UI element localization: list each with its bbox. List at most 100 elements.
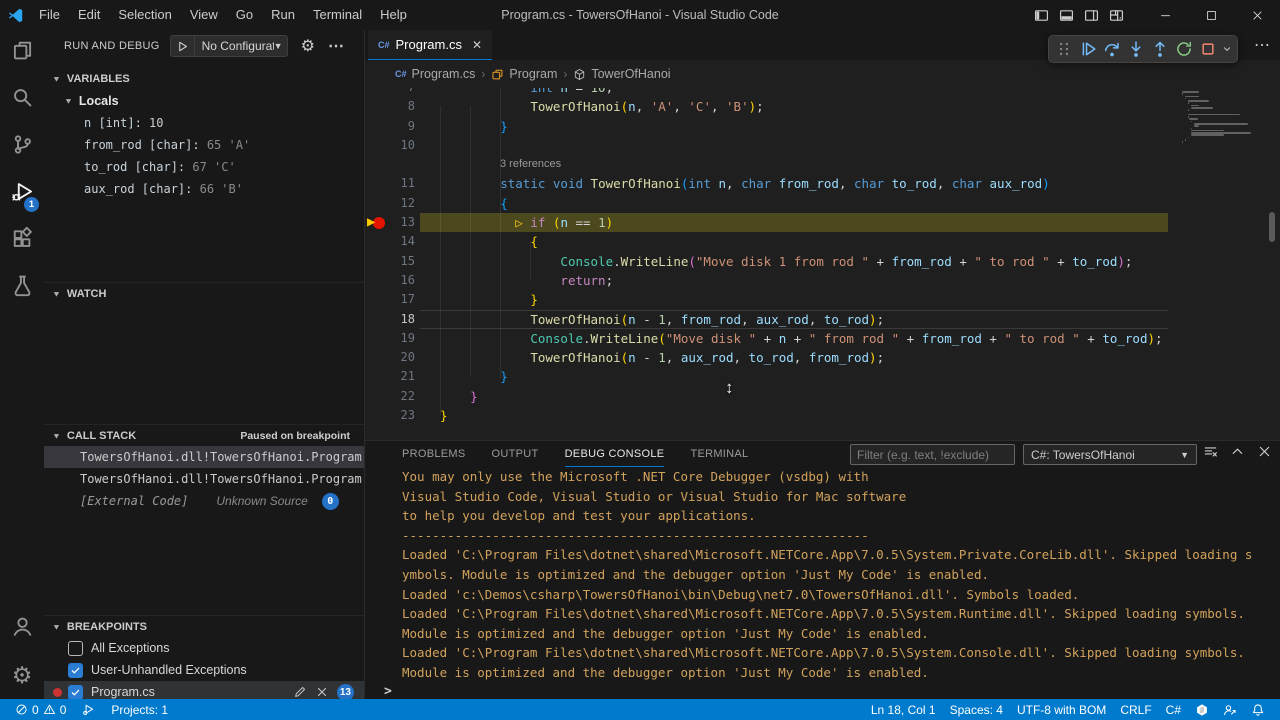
close-panel-icon[interactable] bbox=[1257, 444, 1272, 464]
line-number[interactable]: 9 bbox=[365, 117, 415, 136]
stop-icon[interactable] bbox=[1196, 37, 1220, 61]
activity-item-source-control[interactable] bbox=[0, 124, 44, 170]
close-small-icon[interactable] bbox=[315, 685, 329, 699]
activity-item-run-and-debug[interactable]: 1 bbox=[0, 171, 44, 217]
line-number[interactable]: 19 bbox=[365, 329, 415, 348]
call-stack-frame[interactable]: TowersOfHanoi.dll!TowersOfHanoi.Program.… bbox=[44, 446, 364, 468]
toggle-secondary-sidebar-icon[interactable] bbox=[1084, 8, 1099, 23]
code-line-15[interactable]: 15 Console.WriteLine("Move disk 1 from r… bbox=[365, 252, 1280, 271]
breakpoints-section-header[interactable]: ▼ BREAKPOINTS bbox=[44, 615, 364, 637]
breakpoint-checkbox[interactable] bbox=[68, 641, 83, 656]
line-number[interactable]: 16 bbox=[365, 271, 415, 290]
toggle-panel-icon[interactable] bbox=[1059, 8, 1074, 23]
scrollbar-thumb[interactable] bbox=[1269, 212, 1275, 242]
clear-console-icon[interactable] bbox=[1203, 444, 1218, 464]
status-debug-launch[interactable] bbox=[75, 699, 102, 720]
status-indentation[interactable]: Spaces: 4 bbox=[943, 699, 1010, 720]
activity-item-explorer[interactable] bbox=[0, 30, 44, 76]
code-line-23[interactable]: 23} bbox=[365, 406, 1280, 425]
call-stack-frame[interactable]: TowersOfHanoi.dll!TowersOfHanoi.Program.… bbox=[44, 468, 364, 490]
continue-icon[interactable] bbox=[1076, 37, 1100, 61]
status-notifications[interactable] bbox=[1244, 699, 1272, 720]
code-line-13[interactable]: ▶13 ▷if (n == 1) bbox=[365, 213, 1280, 232]
line-number[interactable]: 17 bbox=[365, 290, 415, 309]
call-stack-section-header[interactable]: ▼ CALL STACK Paused on breakpoint bbox=[44, 424, 364, 446]
breadcrumb-item[interactable]: Program bbox=[491, 67, 557, 81]
variable-row[interactable]: aux_rod [char]: 66 'B' bbox=[44, 178, 364, 200]
menu-view[interactable]: View bbox=[181, 4, 227, 26]
code-editor[interactable]: 7 int n = 10;8 TowerOfHanoi(n, 'A', 'C',… bbox=[365, 88, 1280, 440]
line-number[interactable]: 12 bbox=[365, 194, 415, 213]
code-line-22[interactable]: 22 } bbox=[365, 387, 1280, 406]
watch-section-header[interactable]: ▼ WATCH bbox=[44, 282, 364, 304]
step-into-icon[interactable] bbox=[1124, 37, 1148, 61]
activity-item-settings[interactable]: ⚙ bbox=[0, 652, 44, 698]
status-language-mode[interactable]: C# bbox=[1159, 699, 1188, 720]
code-line-16[interactable]: 16 return; bbox=[365, 271, 1280, 290]
line-number[interactable]: 23 bbox=[365, 406, 415, 425]
breakpoint-paused-icon[interactable]: ▶ bbox=[365, 213, 397, 232]
code-line-17[interactable]: 17 } bbox=[365, 290, 1280, 309]
menu-terminal[interactable]: Terminal bbox=[304, 4, 371, 26]
activity-item-search[interactable] bbox=[0, 77, 44, 123]
panel-tab-terminal[interactable]: TERMINAL bbox=[690, 441, 748, 467]
menu-edit[interactable]: Edit bbox=[69, 4, 109, 26]
line-number[interactable]: 14 bbox=[365, 232, 415, 251]
code-line-20[interactable]: 20 TowerOfHanoi(n - 1, aux_rod, to_rod, … bbox=[365, 348, 1280, 367]
tab-close-icon[interactable]: ✕ bbox=[472, 38, 482, 52]
variable-row[interactable]: n [int]: 10 bbox=[44, 112, 364, 134]
code-line-7[interactable]: 7 int n = 10; bbox=[365, 88, 1280, 97]
edit-icon[interactable] bbox=[293, 685, 307, 699]
status-projects[interactable]: Projects: 1 bbox=[104, 699, 175, 720]
console-prompt[interactable]: > bbox=[384, 684, 392, 699]
line-number[interactable]: 22 bbox=[365, 387, 415, 406]
breakpoint-checkbox[interactable] bbox=[68, 663, 83, 678]
code-line-9[interactable]: 9 } bbox=[365, 117, 1280, 136]
maximize-panel-icon[interactable] bbox=[1230, 444, 1245, 464]
activity-item-accounts[interactable] bbox=[0, 606, 44, 652]
code-line-10[interactable]: 10 bbox=[365, 136, 1280, 155]
menu-selection[interactable]: Selection bbox=[109, 4, 180, 26]
breakpoint-checkbox[interactable] bbox=[68, 685, 83, 700]
code-line-12[interactable]: 12 { bbox=[365, 194, 1280, 213]
close-button[interactable] bbox=[1234, 0, 1280, 30]
breadcrumb-item[interactable]: C#Program.cs bbox=[395, 67, 475, 81]
start-debug-button[interactable] bbox=[171, 36, 195, 56]
status-csdevkit[interactable]: # bbox=[1188, 699, 1216, 720]
call-stack-frame[interactable]: [External Code]Unknown Source0 bbox=[44, 490, 364, 512]
menu-run[interactable]: Run bbox=[262, 4, 304, 26]
menu-file[interactable]: File bbox=[30, 4, 69, 26]
status-encoding[interactable]: UTF-8 with BOM bbox=[1010, 699, 1113, 720]
panel-tab-debug-console[interactable]: DEBUG CONSOLE bbox=[565, 441, 665, 467]
variables-scope-locals[interactable]: ▼ Locals bbox=[44, 90, 364, 112]
variable-row[interactable]: to_rod [char]: 67 'C' bbox=[44, 156, 364, 178]
line-number[interactable]: 10 bbox=[365, 136, 415, 155]
code-line-14[interactable]: 14 { bbox=[365, 232, 1280, 251]
code-line-18[interactable]: 18 TowerOfHanoi(n - 1, from_rod, aux_rod… bbox=[365, 310, 1280, 329]
debug-settings-gear-icon[interactable]: ⚙ bbox=[301, 36, 315, 56]
debug-session-dropdown[interactable]: C#: TowersOfHanoi ▼ bbox=[1023, 444, 1197, 465]
code-line-11[interactable]: 11 static void TowerOfHanoi(int n, char … bbox=[365, 174, 1280, 193]
activity-item-testing[interactable] bbox=[0, 265, 44, 311]
step-out-icon[interactable] bbox=[1148, 37, 1172, 61]
minimap[interactable] bbox=[1172, 88, 1280, 440]
console-filter-input[interactable] bbox=[850, 444, 1015, 465]
breakpoint-row[interactable]: User-Unhandled Exceptions bbox=[44, 659, 364, 681]
config-dropdown[interactable]: No Configuration▼ bbox=[195, 39, 287, 53]
status-feedback[interactable] bbox=[1216, 699, 1244, 720]
chevron-down-icon[interactable] bbox=[1220, 37, 1234, 61]
line-number[interactable]: 20 bbox=[365, 348, 415, 367]
maximize-button[interactable] bbox=[1188, 0, 1234, 30]
code-lens[interactable]: 3 references bbox=[365, 155, 1280, 174]
variable-row[interactable]: from_rod [char]: 65 'A' bbox=[44, 134, 364, 156]
status-eol[interactable]: CRLF bbox=[1113, 699, 1158, 720]
status-cursor-position[interactable]: Ln 18, Col 1 bbox=[864, 699, 943, 720]
customize-layout-icon[interactable] bbox=[1109, 8, 1124, 23]
line-number[interactable]: 8 bbox=[365, 97, 415, 116]
step-over-icon[interactable] bbox=[1100, 37, 1124, 61]
line-number[interactable]: 15 bbox=[365, 252, 415, 271]
debug-console-output[interactable]: You may only use the Microsoft .NET Core… bbox=[365, 467, 1280, 700]
editor-more-actions[interactable]: ⋯ bbox=[1254, 30, 1270, 60]
views-more-actions[interactable]: ⋯ bbox=[328, 36, 344, 56]
code-line-8[interactable]: 8 TowerOfHanoi(n, 'A', 'C', 'B'); bbox=[365, 97, 1280, 116]
